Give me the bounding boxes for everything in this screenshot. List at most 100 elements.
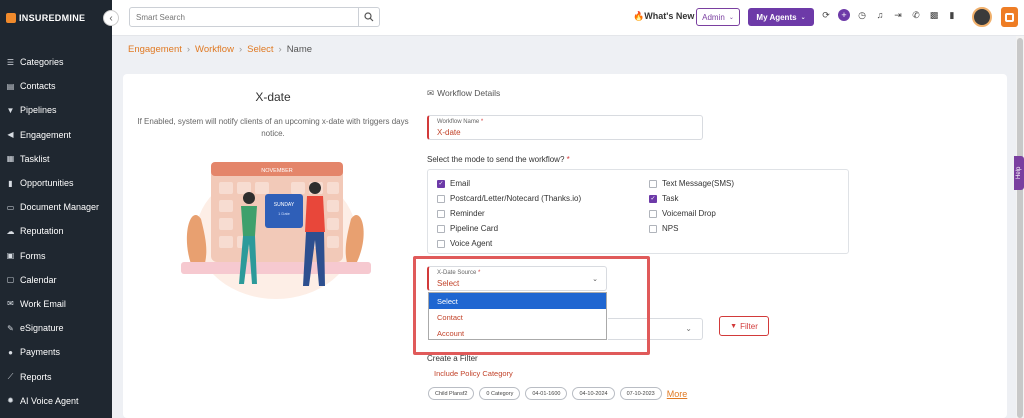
filter-button-label: Filter [740,321,758,331]
form-icon: ▣ [6,251,15,261]
sidebar-item-engagement[interactable]: ◀ Engagement [0,123,112,147]
workflow-type-title: X-date [255,90,291,104]
sidebar-item-esignature[interactable]: ✎ eSignature [0,316,112,340]
refresh-icon[interactable]: ⟳ [820,9,832,21]
user-avatar[interactable] [972,7,992,27]
filter-icon: ▼ [730,322,738,330]
filter-button[interactable]: ▼ Filter [719,316,769,336]
whats-new-link[interactable]: 🔥What's New [633,11,694,22]
workflow-name-label-text: Workflow Name [437,119,480,125]
breadcrumb-current: Name [286,44,313,55]
bell-icon[interactable]: ♫ [874,9,886,21]
breadcrumb-separator-icon: › [186,44,191,55]
mode-sms-checkbox[interactable]: Text Message(SMS) [649,179,734,188]
sidebar-item-work-email[interactable]: ✉ Work Email [0,292,112,316]
illustration-card-line1: SUNDAY [274,202,295,208]
contacts-icon: ▤ [6,81,15,91]
mode-nps-checkbox[interactable]: NPS [649,224,678,233]
mode-label: Voicemail Drop [662,209,716,218]
mode-label: Email [450,179,471,188]
workflow-name-value: X-date [437,128,461,137]
mode-voice-agent-checkbox[interactable]: Voice Agent [437,239,492,248]
help-tab[interactable]: Help [1014,156,1024,190]
filter-chip[interactable]: 0 Category [479,387,521,400]
brand-logo[interactable]: INSUREDMINE [0,0,112,36]
sidebar-item-opportunities[interactable]: ▮ Opportunities [0,171,112,195]
workflow-card: X-date If Enabled, system will notify cl… [123,74,1007,418]
sidebar-item-tasklist[interactable]: ▦ Tasklist [0,147,112,171]
chevron-left-icon: ‹ [109,12,113,24]
scrollbar-thumb[interactable] [1017,38,1023,418]
mode-pipeline-card-checkbox[interactable]: Pipeline Card [437,224,498,233]
megaphone-icon: ◀ [7,130,14,140]
required-asterisk: * [479,119,484,125]
workflow-details-heading: ✉ Workflow Details [427,88,500,99]
mode-voicemail-checkbox[interactable]: Voicemail Drop [649,209,716,218]
checkbox-checked-icon: ✓ [649,194,657,203]
logout-icon[interactable]: ⇥ [892,9,904,21]
checkbox-unchecked-icon [649,179,657,188]
filter-chip[interactable]: 07-10-2023 [619,387,662,400]
breadcrumb-select[interactable]: Select [247,44,273,55]
brand-name: INSUREDMINE [19,13,86,23]
breadcrumb-engagement[interactable]: Engagement [128,44,182,55]
mode-label: Pipeline Card [450,224,499,233]
sidebar-item-ai-voice-agent[interactable]: ✹ AI Voice Agent [0,389,112,413]
add-icon[interactable]: + [838,9,850,21]
calendar-icon: ▢ [6,275,15,285]
mode-question-text: Select the mode to send the workflow? [427,155,565,164]
sidebar-item-calendar[interactable]: ▢ Calendar [0,268,112,292]
sidebar-item-forms[interactable]: ▣ Forms [0,244,112,268]
mode-reminder-checkbox[interactable]: Reminder [437,209,485,218]
admin-dropdown[interactable]: Admin ⌄ [696,8,740,26]
clock-icon[interactable]: ◷ [856,9,868,21]
chip-icon[interactable]: ▩ [928,9,940,21]
app-switcher-button[interactable] [1001,7,1018,27]
annotation-highlight-box [413,256,650,355]
filter-icon: ▼ [6,105,15,115]
device-icon[interactable]: ▮ [946,9,958,21]
search-input[interactable] [130,8,358,26]
checkbox-unchecked-icon [437,224,445,233]
filter-chip[interactable]: 04-01-1600 [525,387,568,400]
sidebar-item-label: Reports [20,371,52,382]
more-chips-link[interactable]: More [667,389,688,399]
mode-task-checkbox[interactable]: ✓ Task [649,194,678,203]
sidebar-item-pipelines[interactable]: ▼ Pipelines [0,98,112,122]
sidebar-item-categories[interactable]: ☰ Categories [0,50,112,74]
checkbox-unchecked-icon [437,194,445,203]
fire-icon: 🔥 [633,11,645,21]
sidebar-item-contacts[interactable]: ▤ Contacts [0,74,112,98]
checkbox-unchecked-icon [649,224,657,233]
page-scrollbar[interactable] [1016,36,1024,418]
admin-label: Admin [702,12,725,22]
workflow-name-field[interactable]: Workflow Name * X-date [427,115,703,140]
sidebar-item-label: eSignature [20,323,64,334]
mode-postcard-checkbox[interactable]: Postcard/Letter/Notecard (Thanks.io) [437,194,581,203]
list-icon: ☰ [6,57,15,67]
sidebar-item-reputation[interactable]: ☁ Reputation [0,219,112,243]
chart-icon: ⟋ [7,371,14,381]
search-button[interactable] [358,8,379,26]
sidebar-item-reports[interactable]: ⟋ Reports [0,364,112,388]
mode-label: Reminder [450,209,485,218]
filter-chip[interactable]: Child Plansf2 [428,387,475,400]
filter-chip[interactable]: 04-10-2024 [572,387,615,400]
sidebar-item-label: Contacts [20,81,56,92]
sidebar-item-label: Document Manager [20,202,100,213]
include-policy-category-link[interactable]: Include Policy Category [434,369,513,378]
sidebar-item-document-manager[interactable]: ▭ Document Manager [0,195,112,219]
collapse-sidebar-button[interactable]: ‹ [103,10,119,26]
sidebar-item-payments[interactable]: ● Payments [0,340,112,364]
my-agents-button[interactable]: My Agents ⌄ [748,8,814,26]
breadcrumb-workflow[interactable]: Workflow [195,44,234,55]
phone-icon[interactable]: ✆ [910,9,922,21]
sidebar: INSUREDMINE ☰ Categories ▤ Contacts ▼ Pipel… [0,0,112,418]
sidebar-item-label: Payments [20,347,61,358]
envelope-icon: ✉ [7,299,14,309]
bar-chart-icon: ▮ [8,178,13,188]
envelope-icon: ✉ [427,88,435,98]
dollar-icon: ● [8,347,13,357]
mode-email-checkbox[interactable]: ✓ Email [437,179,470,188]
breadcrumb-separator-icon: › [238,44,243,55]
